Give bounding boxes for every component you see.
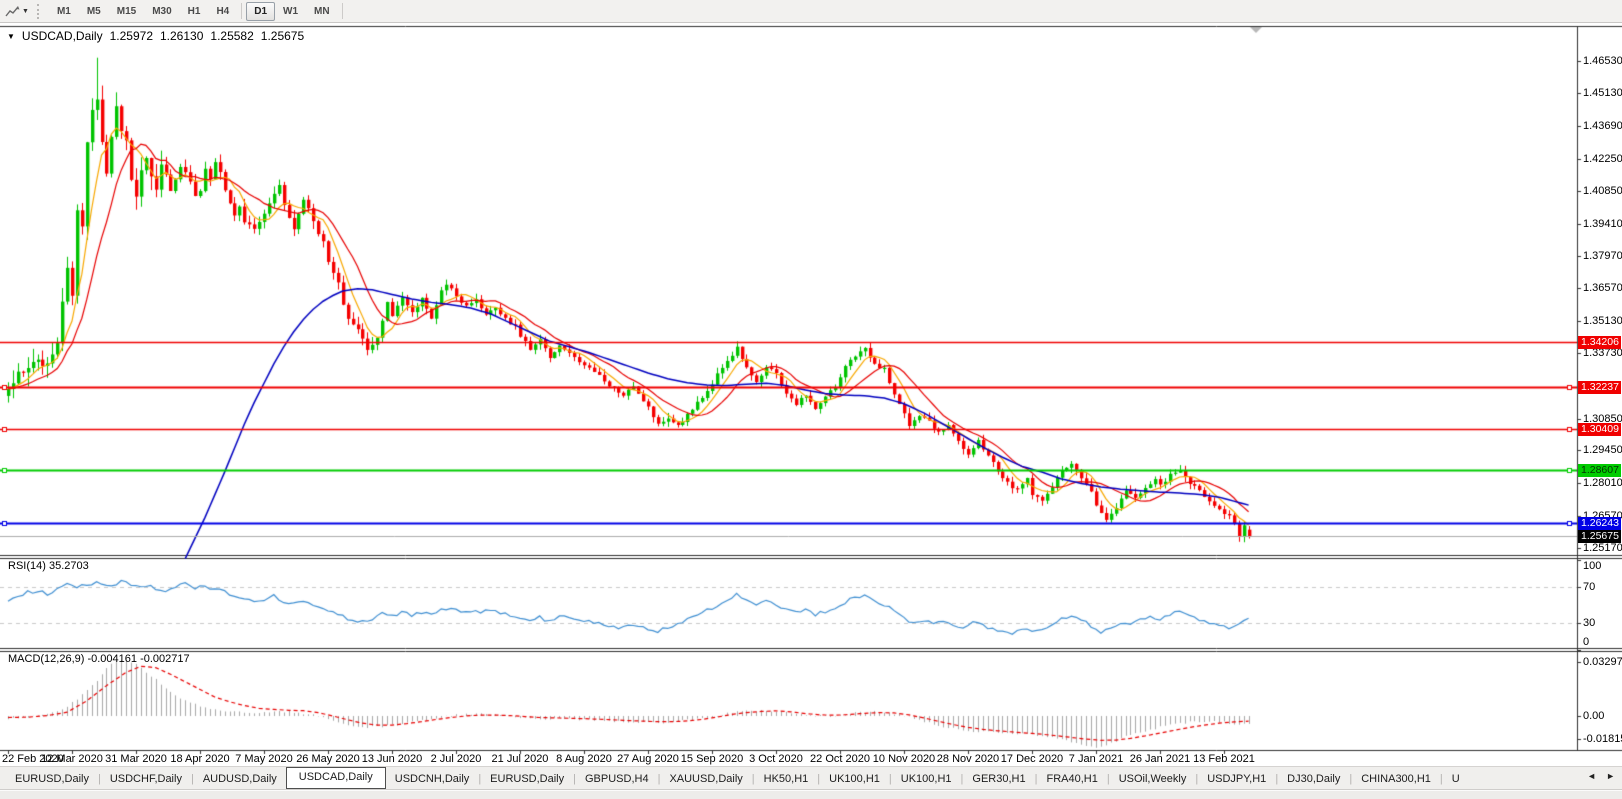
tab-dj30-daily[interactable]: DJ30,Daily <box>1278 769 1349 789</box>
ohlc-open: 1.25972 <box>109 29 153 43</box>
tab-u[interactable]: U <box>1443 769 1469 789</box>
tab-scroll-left-icon[interactable]: ◄ <box>1587 771 1596 781</box>
timeframe-button-w1[interactable]: W1 <box>275 2 306 21</box>
timeframe-button-m1[interactable]: M1 <box>49 2 79 21</box>
tab-usoil-weekly[interactable]: USOil,Weekly <box>1110 769 1196 789</box>
ohlc-high: 1.26130 <box>160 29 204 43</box>
tab-ger30-h1[interactable]: GER30,H1 <box>963 769 1034 789</box>
timeframe-button-h4[interactable]: H4 <box>208 2 237 21</box>
timeframe-toolbar: ▼ M1 M5 M15 M30 H1 H4 D1 W1 MN <box>0 0 1622 23</box>
macd-indicator-label: MACD(12,26,9) -0.004161 -0.002717 <box>8 653 190 665</box>
timeframe-buttons: M1 M5 M15 M30 H1 H4 D1 W1 MN <box>49 1 347 21</box>
timeframe-button-m30[interactable]: M30 <box>144 2 179 21</box>
rsi-indicator-label: RSI(14) 35.2703 <box>8 560 89 572</box>
timeframe-button-d1[interactable]: D1 <box>246 1 276 21</box>
chart-tab-bar: EURUSD,Daily | USDCHF,Daily | AUDUSD,Daily US… <box>0 766 1622 790</box>
toolbar-separator <box>241 3 243 19</box>
toolbar-separator <box>341 3 343 19</box>
tab-china300-h1[interactable]: CHINA300,H1 <box>1352 769 1440 789</box>
tab-usdchf-daily[interactable]: USDCHF,Daily <box>101 769 191 789</box>
chart-line-tool-icon[interactable] <box>3 3 21 19</box>
tab-uk100-h1[interactable]: UK100,H1 <box>892 769 961 789</box>
chart-title: ▼ USDCAD,Daily 1.25972 1.26130 1.25582 1… <box>7 29 304 43</box>
tool-dropdown-icon[interactable]: ▼ <box>21 8 33 15</box>
price-chart-canvas[interactable] <box>0 0 1622 798</box>
collapse-chart-icon[interactable]: ▼ <box>7 32 15 41</box>
tab-uk100-h1[interactable]: UK100,H1 <box>820 769 889 789</box>
tab-xauusd-daily[interactable]: XAUUSD,Daily <box>660 769 751 789</box>
tab-usdjpy-h1[interactable]: USDJPY,H1 <box>1198 769 1275 789</box>
tab-eurusd-daily[interactable]: EURUSD,Daily <box>481 769 573 789</box>
ohlc-close: 1.25675 <box>260 29 305 43</box>
tab-usdcad-daily[interactable]: USDCAD,Daily <box>285 767 386 789</box>
tab-audusd-daily[interactable]: AUDUSD,Daily <box>194 769 286 789</box>
toolbar-grip-handle[interactable] <box>36 3 43 19</box>
timeframe-button-mn[interactable]: MN <box>306 2 338 21</box>
timeframe-button-m5[interactable]: M5 <box>79 2 109 21</box>
timeframe-button-h1[interactable]: H1 <box>180 2 209 21</box>
tab-scroll-right-icon[interactable]: ► <box>1606 771 1615 781</box>
tab-eurusd-daily[interactable]: EURUSD,Daily <box>6 769 98 789</box>
ohlc-low: 1.25582 <box>210 29 254 43</box>
tab-hk50-h1[interactable]: HK50,H1 <box>755 769 818 789</box>
symbol-period-label: USDCAD,Daily <box>21 29 103 43</box>
tab-gbpusd-h4[interactable]: GBPUSD,H4 <box>576 769 658 789</box>
chart-tools-group: ▼ <box>0 3 49 19</box>
tab-fra40-h1[interactable]: FRA40,H1 <box>1037 769 1106 789</box>
timeframe-button-m15[interactable]: M15 <box>109 2 144 21</box>
tab-usdcnh-daily[interactable]: USDCNH,Daily <box>386 769 479 789</box>
